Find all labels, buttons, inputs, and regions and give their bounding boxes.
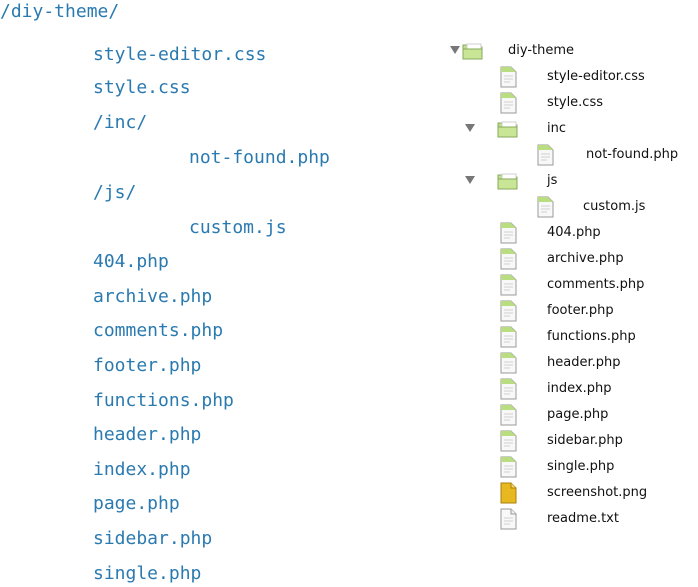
folder-icon [461, 39, 485, 63]
code-line-style-css: style.css [93, 77, 191, 98]
folder-icon [496, 169, 520, 193]
theme-structure-code-listing: /diy-theme/ style-editor.css style.css /… [0, 0, 400, 587]
tree-item-label: functions.php [547, 329, 636, 344]
tree-item-label: sidebar.php [547, 433, 623, 448]
tree-item-label: screenshot.png [547, 485, 648, 500]
tree-item-label: header.php [547, 355, 621, 370]
document-icon [496, 325, 520, 349]
folder-icon [496, 117, 520, 141]
document-icon [496, 299, 520, 323]
tree-item-label: style-editor.css [547, 69, 645, 84]
tree-item-label: readme.txt [547, 511, 619, 526]
tree-item-label: custom.js [583, 199, 646, 214]
code-line-custom-js: custom.js [189, 217, 287, 238]
finder-file-tree: diy-theme style-editor.css style.css inc… [450, 30, 698, 560]
code-line-functions-php: functions.php [93, 390, 234, 411]
document-icon [496, 273, 520, 297]
code-line-js-folder: /js/ [93, 182, 137, 203]
tree-item-label: not-found.php [586, 147, 679, 162]
disclosure-triangle-icon[interactable] [465, 176, 475, 184]
code-line-single-php: single.php [93, 563, 202, 584]
code-line-archive-php: archive.php [93, 286, 213, 307]
tree-item-label: style.css [547, 95, 603, 110]
tree-item-label: single.php [547, 459, 615, 474]
disclosure-triangle-icon[interactable] [450, 46, 460, 54]
document-icon [496, 455, 520, 479]
tree-item-label: footer.php [547, 303, 614, 318]
document-icon [533, 143, 557, 167]
code-line-header-php: header.php [93, 424, 202, 445]
code-line-theme-root: /diy-theme/ [0, 1, 120, 22]
code-line-style-editor-css: style-editor.css [93, 44, 267, 65]
tree-item-label: diy-theme [508, 43, 575, 58]
document-icon [496, 221, 520, 245]
code-line-sidebar-php: sidebar.php [93, 528, 213, 549]
image-file-icon [496, 481, 520, 505]
document-icon [496, 351, 520, 375]
code-line-inc-folder: /inc/ [93, 112, 148, 133]
document-icon [496, 91, 520, 115]
document-icon [496, 65, 520, 89]
tree-item-label: comments.php [547, 277, 645, 292]
document-icon [496, 507, 520, 531]
tree-item-label: inc [547, 121, 566, 136]
tree-item-label: index.php [547, 381, 612, 396]
code-line-footer-php: footer.php [93, 355, 202, 376]
tree-item-label: page.php [547, 407, 609, 422]
code-line-404-php: 404.php [93, 251, 169, 272]
code-line-not-found-php: not-found.php [189, 147, 330, 168]
document-icon [496, 247, 520, 271]
code-line-page-php: page.php [93, 493, 180, 514]
code-line-index-php: index.php [93, 459, 191, 480]
document-icon [496, 429, 520, 453]
document-icon [496, 377, 520, 401]
disclosure-triangle-icon[interactable] [465, 124, 475, 132]
tree-item-label: 404.php [547, 225, 601, 240]
document-icon [533, 195, 557, 219]
tree-item-label: archive.php [547, 251, 624, 266]
document-icon [496, 403, 520, 427]
code-line-comments-php: comments.php [93, 320, 224, 341]
tree-item-label: js [547, 173, 558, 188]
